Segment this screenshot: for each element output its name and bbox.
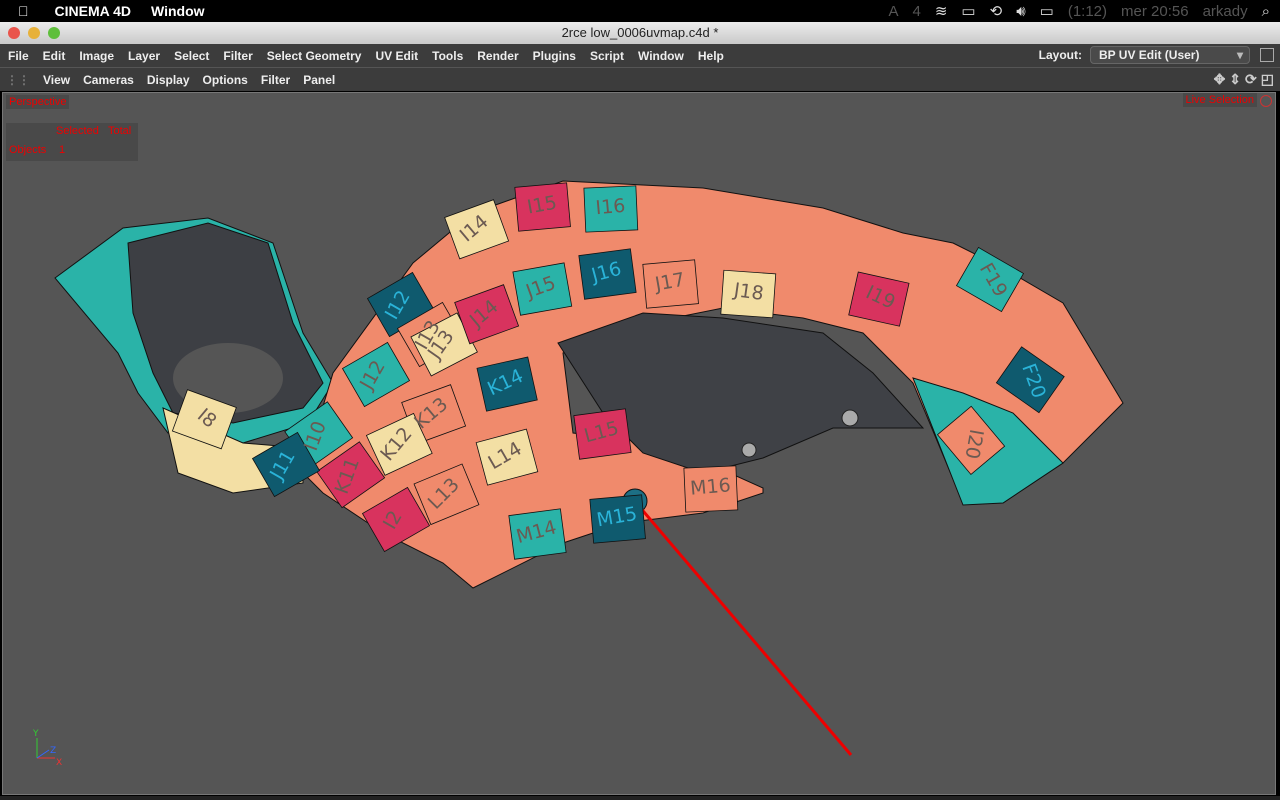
viewmenu-options[interactable]: Options bbox=[203, 73, 248, 87]
pointer-line bbox=[636, 504, 853, 756]
zoom-button[interactable] bbox=[48, 27, 60, 39]
user-name[interactable]: arkady bbox=[1203, 3, 1248, 20]
toggle-panel-icon[interactable]: ◰ bbox=[1261, 71, 1274, 88]
vertex-handle bbox=[741, 442, 757, 458]
battery-time: (1:12) bbox=[1067, 2, 1108, 20]
move-view-icon[interactable]: ✥ bbox=[1214, 71, 1226, 88]
time-machine-icon[interactable]: ⟲ bbox=[990, 2, 1003, 20]
volume-icon[interactable]: 🔊︎ bbox=[1016, 3, 1025, 20]
zoom-view-icon[interactable]: ⇕ bbox=[1229, 71, 1241, 88]
menu-file[interactable]: File bbox=[8, 49, 29, 63]
menu-filter[interactable]: Filter bbox=[223, 49, 252, 63]
axis-x-label: X bbox=[56, 758, 62, 768]
minimize-button[interactable] bbox=[28, 27, 40, 39]
viewmenu-display[interactable]: Display bbox=[147, 73, 190, 87]
menu-edit[interactable]: Edit bbox=[43, 49, 66, 63]
viewmenu-panel[interactable]: Panel bbox=[303, 73, 335, 87]
close-button[interactable] bbox=[8, 27, 20, 39]
main-menu: File Edit Image Layer Select Filter Sele… bbox=[0, 44, 1280, 68]
mac-menu-bar:  CINEMA 4D Window A4 ≋ ▭ ⟲ 🔊︎ ▭ (1:12) … bbox=[0, 0, 1280, 22]
apple-icon[interactable]:  bbox=[18, 3, 29, 19]
viewport-menu: ⋮⋮ View Cameras Display Options Filter P… bbox=[0, 68, 1280, 91]
drag-handle-icon[interactable]: ⋮⋮ bbox=[6, 73, 30, 87]
menu-help[interactable]: Help bbox=[698, 49, 724, 63]
adobe-count: 4 bbox=[912, 2, 921, 20]
menu-image[interactable]: Image bbox=[79, 49, 114, 63]
menu-layer[interactable]: Layer bbox=[128, 49, 160, 63]
viewport-perspective[interactable]: Perspective Selected Total Objects 1 Liv… bbox=[2, 92, 1276, 795]
window-titlebar: 2rce low_0006uvmap.c4d * bbox=[0, 22, 1280, 44]
menu-select-geometry[interactable]: Select Geometry bbox=[267, 49, 362, 63]
3d-model[interactable]: J15 J16 J17 J18 I19 F19F20I20I14I15 I16I12I13J… bbox=[3, 93, 1277, 796]
viewmenu-view[interactable]: View bbox=[43, 73, 70, 87]
spotlight-icon[interactable]: ⌕ bbox=[1262, 3, 1270, 20]
layout-label: Layout: bbox=[1038, 48, 1082, 62]
axis-z-line bbox=[36, 749, 50, 759]
uv-label: J18 bbox=[732, 279, 766, 305]
display-icon[interactable]: ▭ bbox=[961, 2, 975, 20]
menu-script[interactable]: Script bbox=[590, 49, 624, 63]
rotate-view-icon[interactable]: ⟳ bbox=[1245, 71, 1257, 88]
adobe-icon[interactable]: A bbox=[888, 3, 898, 20]
menu-tools[interactable]: Tools bbox=[432, 49, 463, 63]
layout-config-icon[interactable] bbox=[1260, 48, 1274, 62]
vertex-handle bbox=[841, 409, 859, 427]
menu-uv-edit[interactable]: UV Edit bbox=[375, 49, 418, 63]
window-title: 2rce low_0006uvmap.c4d * bbox=[561, 25, 719, 40]
layout-select[interactable]: BP UV Edit (User) bbox=[1090, 46, 1250, 64]
clock[interactable]: mer 20:56 bbox=[1121, 3, 1189, 20]
axis-y-label: Y bbox=[32, 729, 39, 739]
menu-plugins[interactable]: Plugins bbox=[533, 49, 576, 63]
axis-z-label: Z bbox=[50, 746, 56, 756]
mac-menu-window[interactable]: Window bbox=[151, 3, 205, 19]
window-bottom bbox=[0, 796, 1280, 800]
menu-select[interactable]: Select bbox=[174, 49, 209, 63]
viewmenu-cameras[interactable]: Cameras bbox=[83, 73, 134, 87]
uv-label: I16 bbox=[595, 195, 627, 220]
viewmenu-filter[interactable]: Filter bbox=[261, 73, 290, 87]
wifi-icon[interactable]: ≋ bbox=[935, 2, 948, 20]
battery-icon[interactable]: ▭ bbox=[1040, 2, 1054, 20]
menu-window[interactable]: Window bbox=[638, 49, 684, 63]
uv-label: M16 bbox=[689, 474, 731, 499]
app-menu[interactable]: CINEMA 4D bbox=[55, 3, 132, 19]
menu-render[interactable]: Render bbox=[477, 49, 518, 63]
